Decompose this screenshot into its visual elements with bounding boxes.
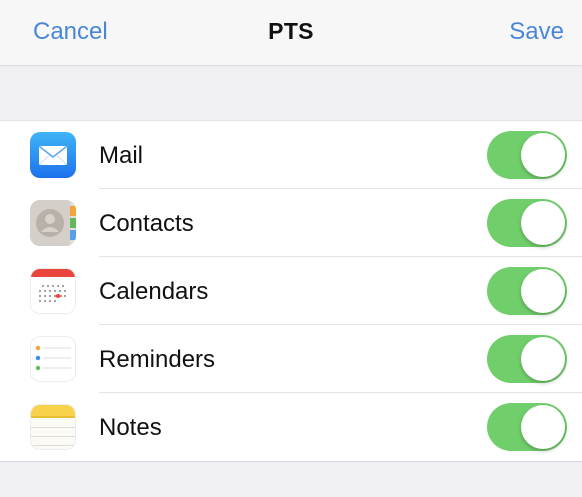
reminders-toggle[interactable] — [487, 335, 567, 383]
notes-toggle[interactable] — [487, 403, 567, 451]
calendars-toggle[interactable] — [487, 267, 567, 315]
service-label: Contacts — [99, 210, 194, 237]
save-button[interactable]: Save — [509, 18, 564, 46]
contacts-toggle[interactable] — [487, 199, 567, 247]
service-label: Reminders — [99, 346, 216, 373]
calendar-icon — [30, 268, 76, 314]
list-item-reminders: Reminders — [0, 325, 582, 393]
mail-icon — [30, 132, 76, 178]
page-title: PTS — [268, 18, 314, 44]
list-item-mail: Mail — [0, 121, 582, 189]
list-item-contacts: Contacts — [0, 189, 582, 257]
mail-toggle[interactable] — [487, 131, 567, 179]
service-label: Notes — [99, 414, 162, 441]
services-list: Mail Contacts Calendars Reminders Notes — [0, 120, 582, 462]
reminders-icon — [30, 336, 76, 382]
list-item-calendars: Calendars — [0, 257, 582, 325]
notes-icon — [30, 404, 76, 450]
contacts-icon — [30, 200, 76, 246]
service-label: Mail — [99, 142, 144, 169]
list-item-notes: Notes — [0, 393, 582, 461]
navigation-bar: Cancel PTS Save — [0, 0, 582, 66]
service-label: Calendars — [99, 278, 209, 305]
account-settings-screen: Cancel PTS Save Mail Contacts Calendars … — [0, 0, 582, 497]
